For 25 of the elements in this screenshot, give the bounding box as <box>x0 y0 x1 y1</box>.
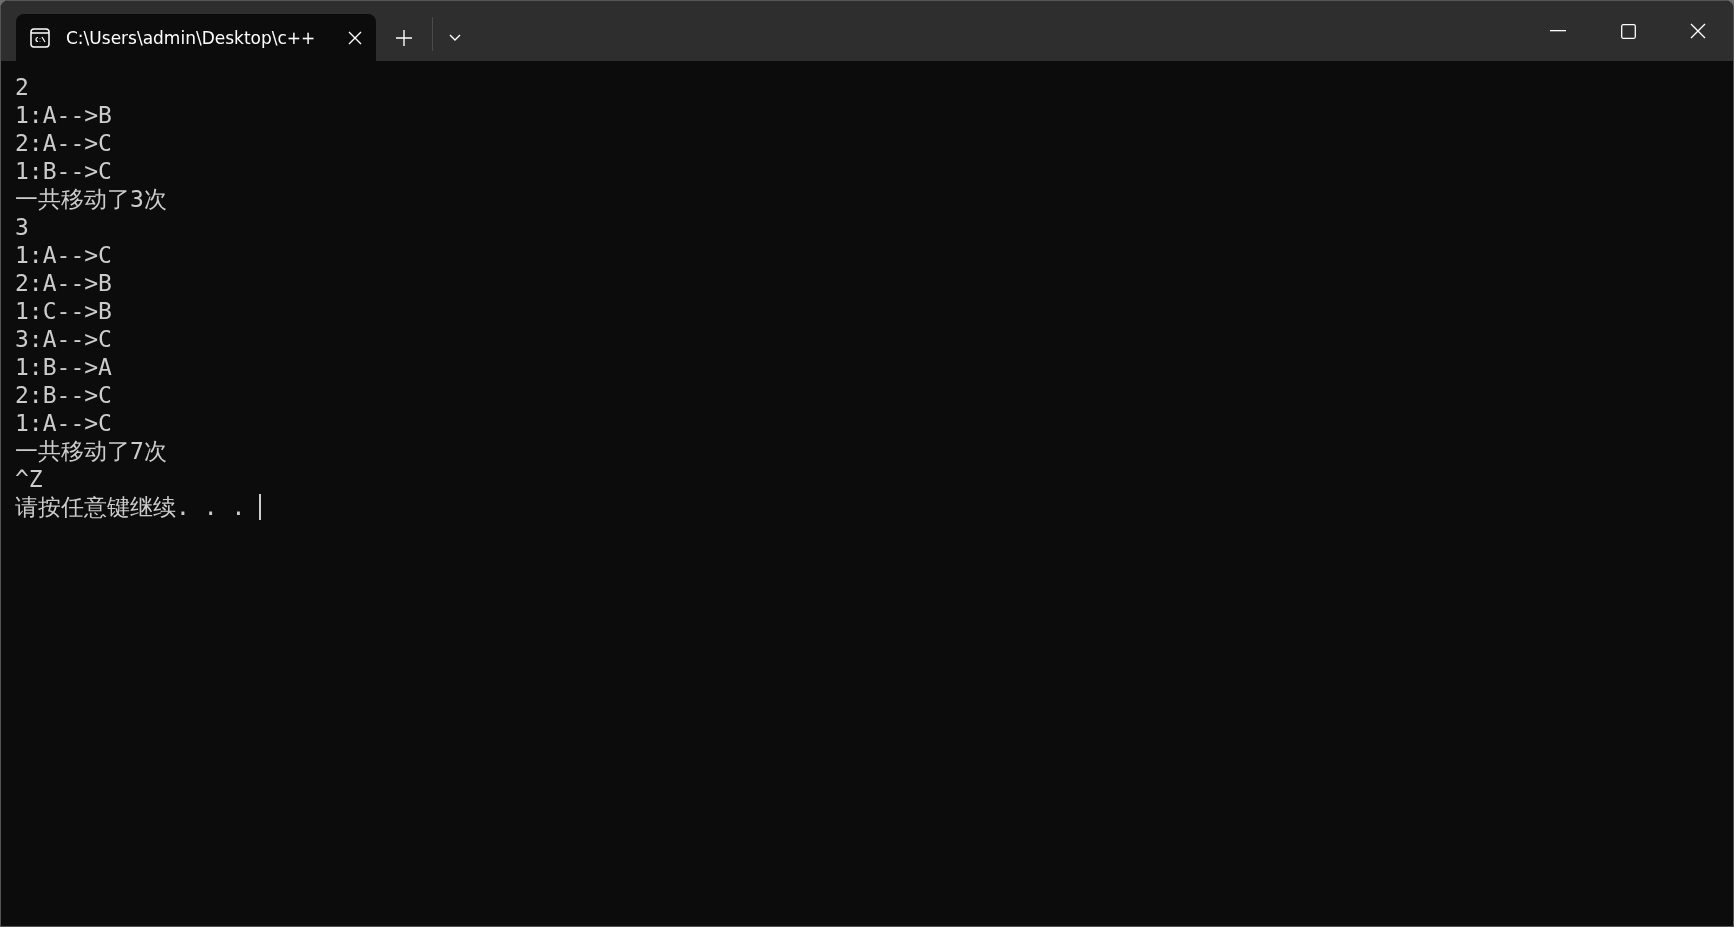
console-line: 1:B-->A <box>15 353 112 381</box>
tab-title: C:\Users\admin\Desktop\c++ <box>66 27 317 48</box>
console-line: 2:A-->B <box>15 269 112 297</box>
console-line: 1:A-->C <box>15 409 112 437</box>
tab[interactable]: C:\Users\admin\Desktop\c++ <box>16 14 376 61</box>
minimize-icon <box>1550 30 1566 32</box>
plus-icon <box>396 29 412 46</box>
console-line: 2:B-->C <box>15 381 112 409</box>
console-line: 一共移动了3次 <box>15 185 167 213</box>
console-line: 1:B-->C <box>15 157 112 185</box>
console-line: 1:C-->B <box>15 297 112 325</box>
console-line: 1:A-->B <box>15 101 112 129</box>
close-icon <box>1690 23 1706 39</box>
console-line: 请按任意键继续. . . <box>15 493 247 521</box>
console-line: ^Z <box>15 465 43 493</box>
close-icon[interactable] <box>348 30 362 45</box>
console-line: 3 <box>15 213 29 241</box>
maximize-icon <box>1620 23 1636 39</box>
chevron-down-icon <box>449 33 461 42</box>
console-icon <box>30 27 50 48</box>
console-line: 2 <box>15 73 29 101</box>
console-line: 2:A-->C <box>15 129 112 157</box>
console-line: 1:A-->C <box>15 241 112 269</box>
console-line: 3:A-->C <box>15 325 112 353</box>
console-line: 一共移动了7次 <box>15 437 167 465</box>
